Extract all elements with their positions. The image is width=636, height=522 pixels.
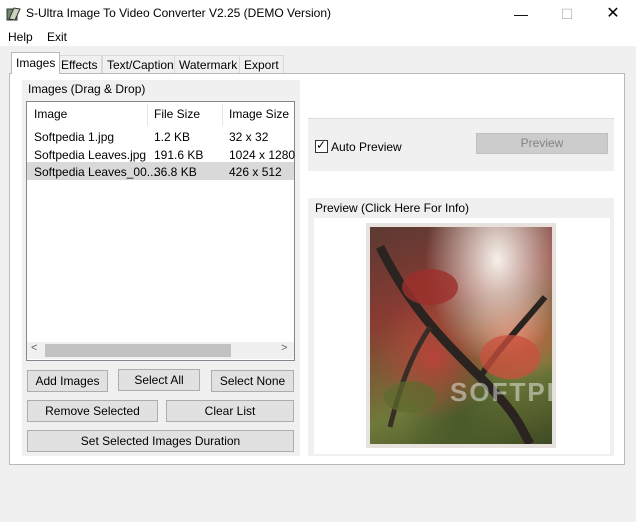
checkmark-icon: ✓: [316, 138, 327, 152]
column-header-image-size[interactable]: Image Size: [229, 107, 289, 121]
tab-export[interactable]: Export: [239, 55, 284, 74]
row-file-size[interactable]: 191.6 KB: [154, 148, 203, 162]
auto-preview-label[interactable]: Auto Preview: [331, 140, 402, 154]
scroll-thumb[interactable]: [45, 344, 231, 357]
menu-bar: [0, 28, 636, 46]
minimize-button[interactable]: —: [498, 0, 544, 28]
menu-help[interactable]: Help: [8, 30, 33, 44]
select-none-button[interactable]: Select None: [211, 370, 294, 392]
row-image-name[interactable]: Softpedia Leaves_00...: [34, 165, 157, 179]
scroll-right-arrow-icon[interactable]: >: [281, 342, 287, 354]
images-group-label: Images (Drag & Drop): [28, 82, 146, 96]
row-image-name[interactable]: Softpedia 1.jpg: [34, 130, 114, 144]
watermark-overlay: SOFTPEDIA: [450, 377, 552, 407]
row-image-name[interactable]: Softpedia Leaves.jpg: [34, 148, 146, 162]
menu-exit[interactable]: Exit: [47, 30, 67, 44]
column-divider[interactable]: [222, 104, 223, 126]
column-header-file-size[interactable]: File Size: [154, 107, 200, 121]
add-images-button[interactable]: Add Images: [27, 370, 108, 392]
select-all-button[interactable]: Select All: [118, 369, 200, 391]
clear-list-button[interactable]: Clear List: [166, 400, 294, 422]
scroll-left-arrow-icon[interactable]: <: [31, 342, 37, 354]
row-image-size[interactable]: 1024 x 1280: [229, 148, 295, 162]
tab-images[interactable]: Images: [11, 52, 61, 74]
maximize-button[interactable]: ☐: [544, 0, 590, 28]
preview-group-label[interactable]: Preview (Click Here For Info): [315, 201, 469, 215]
preview-image[interactable]: SOFTPEDIA: [370, 227, 552, 444]
close-button[interactable]: ✕: [590, 0, 636, 28]
preview-button[interactable]: Preview: [476, 133, 608, 154]
row-file-size[interactable]: 36.8 KB: [154, 165, 197, 179]
branch-illustration: [375, 244, 548, 444]
remove-selected-button[interactable]: Remove Selected: [27, 400, 158, 422]
set-duration-button[interactable]: Set Selected Images Duration: [27, 430, 294, 452]
window-title: S-Ultra Image To Video Converter V2.25 (…: [26, 6, 332, 20]
tab-watermark[interactable]: Watermark: [174, 55, 243, 74]
row-file-size[interactable]: 1.2 KB: [154, 130, 190, 144]
column-divider[interactable]: [147, 104, 148, 126]
row-image-size[interactable]: 426 x 512: [229, 165, 282, 179]
row-image-size[interactable]: 32 x 32: [229, 130, 268, 144]
tab-text-caption[interactable]: Text/Caption: [102, 55, 179, 74]
tab-effects[interactable]: Effects: [56, 55, 103, 74]
app-icon: [6, 7, 21, 21]
column-header-image[interactable]: Image: [34, 107, 67, 121]
